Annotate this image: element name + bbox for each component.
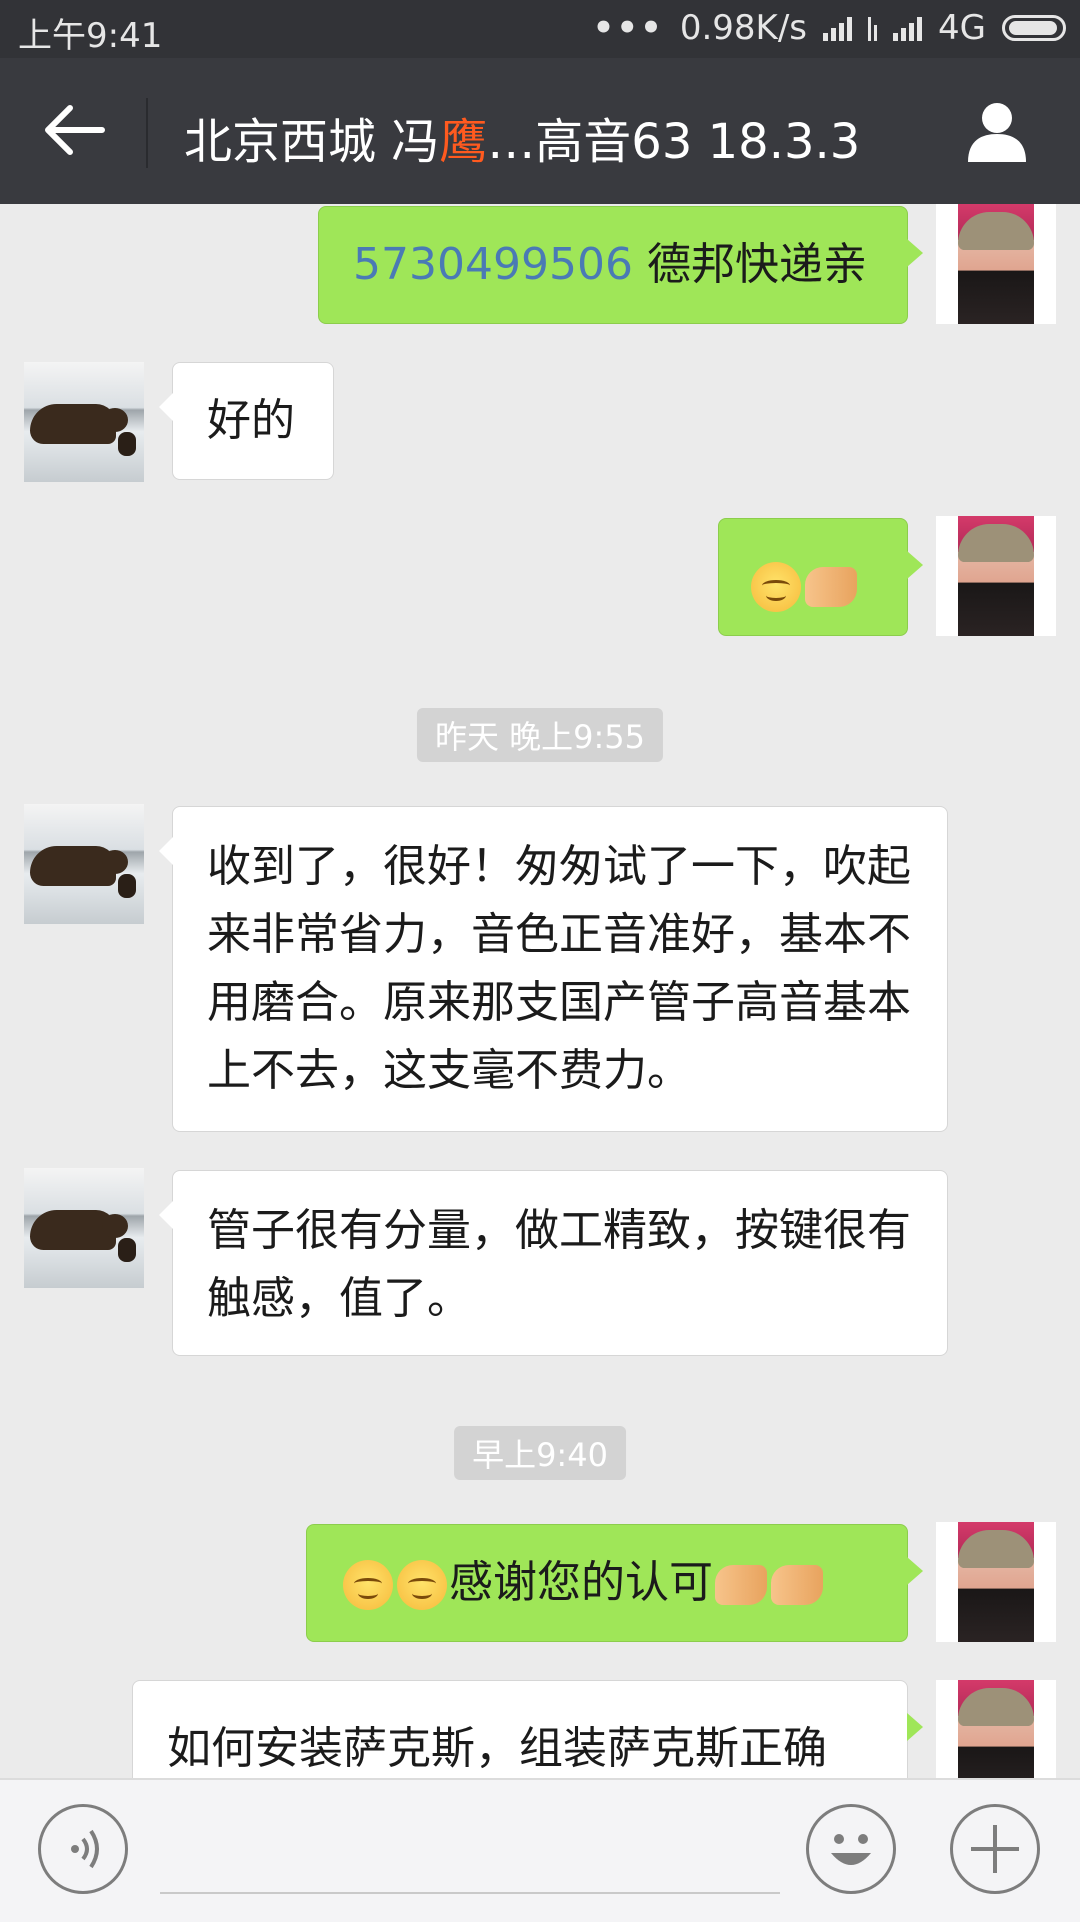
tracking-number[interactable]: 5730499506 <box>353 239 633 290</box>
message-bubble-outgoing[interactable]: 5730499506 德邦快递亲 <box>318 206 923 324</box>
plus-icon <box>971 1825 1019 1873</box>
emoji-button[interactable] <box>806 1804 896 1894</box>
message-bubble-outgoing[interactable] <box>718 518 923 636</box>
message-text: 好的 <box>207 395 295 446</box>
chat-area[interactable]: 5730499506 德邦快递亲 好的 昨天 晚上9:55 收到了，很好！匆匆试… <box>0 204 1080 1778</box>
input-bar <box>0 1778 1080 1922</box>
voice-button[interactable] <box>38 1804 128 1894</box>
add-button[interactable] <box>950 1804 1040 1894</box>
status-time: 上午9:41 <box>18 16 163 56</box>
handshake-emoji-icon <box>771 1565 823 1605</box>
header-divider <box>146 98 148 168</box>
message-text: 如何安装萨克斯，组装萨克斯正确 <box>167 1723 827 1774</box>
message-input[interactable] <box>160 1892 780 1894</box>
battery-icon <box>1002 15 1066 41</box>
smile-emoji-icon <box>343 1560 393 1610</box>
message-bubble-incoming[interactable]: 好的 <box>159 362 334 480</box>
smile-emoji-icon <box>397 1560 447 1610</box>
smile-emoji-icon <box>751 562 801 612</box>
title-mark: 鹰 <box>439 114 488 170</box>
message-text: 管子很有分量，做工精致，按键很有触感，值了。 <box>207 1205 911 1324</box>
avatar[interactable] <box>936 1680 1056 1778</box>
more-dots: ••• <box>592 8 664 48</box>
network-speed: 0.98K/s <box>679 8 808 48</box>
chat-header: 北京西城 冯鹰…高音63 18.3.3 <box>0 58 1080 204</box>
handshake-emoji-icon <box>805 567 857 607</box>
timestamp: 昨天 晚上9:55 <box>416 708 664 762</box>
avatar[interactable] <box>24 804 144 924</box>
message-bubble-incoming[interactable]: 收到了，很好！匆匆试了一下，吹起来非常省力，音色正音准好，基本不用磨合。原来那支… <box>159 806 948 1132</box>
message-bubble-outgoing[interactable]: 如何安装萨克斯，组装萨克斯正确 <box>132 1680 923 1778</box>
timestamp: 早上9:40 <box>454 1426 626 1480</box>
data-transfer-icon <box>868 15 878 41</box>
handshake-emoji-icon <box>715 1565 767 1605</box>
avatar[interactable] <box>24 362 144 482</box>
signal-icon-2 <box>893 15 923 41</box>
chat-title: 北京西城 冯鹰…高音63 18.3.3 <box>184 102 860 172</box>
person-icon[interactable] <box>964 98 1030 164</box>
message-text: 德邦快递亲 <box>632 239 867 290</box>
voice-icon <box>71 1829 99 1869</box>
avatar[interactable] <box>936 516 1056 636</box>
avatar[interactable] <box>936 1522 1056 1642</box>
title-prefix: 北京西城 冯 <box>184 114 440 170</box>
title-suffix: …高音63 18.3.3 <box>487 114 861 170</box>
emoji-icon <box>831 1834 871 1865</box>
message-bubble-outgoing[interactable]: 感谢您的认可 <box>306 1524 923 1642</box>
message-bubble-incoming[interactable]: 管子很有分量，做工精致，按键很有触感，值了。 <box>159 1170 948 1356</box>
message-text: 收到了，很好！匆匆试了一下，吹起来非常省力，音色正音准好，基本不用磨合。原来那支… <box>207 841 911 1096</box>
avatar[interactable] <box>24 1168 144 1288</box>
status-bar: 上午9:41 ••• 0.98K/s 4G <box>0 0 1080 58</box>
message-text: 感谢您的认可 <box>449 1557 713 1608</box>
avatar[interactable] <box>936 204 1056 324</box>
back-arrow-icon[interactable] <box>40 100 110 160</box>
network-type: 4G <box>938 8 986 48</box>
signal-icon <box>823 15 853 41</box>
